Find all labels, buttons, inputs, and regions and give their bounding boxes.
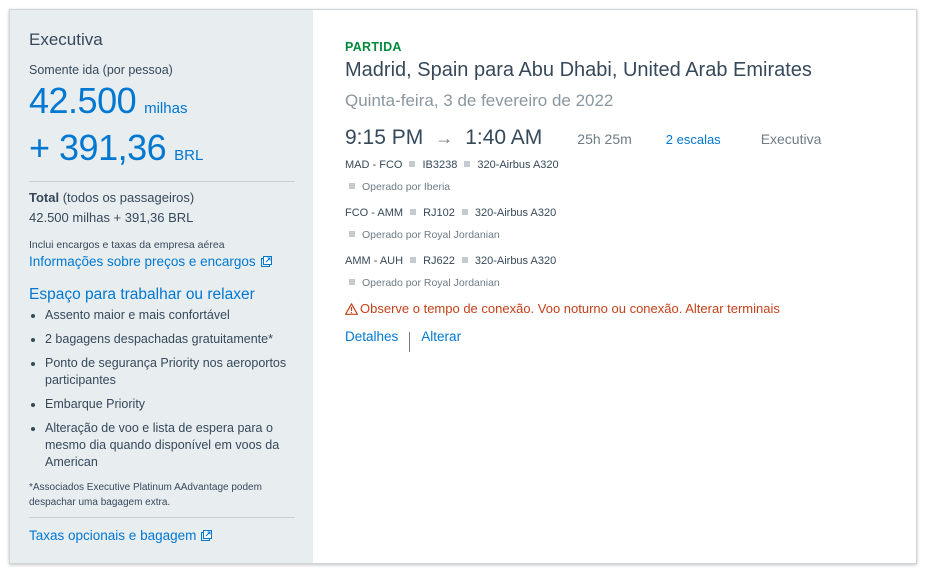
segment-operator: Operado por Royal Jordanian [345, 229, 916, 241]
times-row: 9:15 PM → 1:40 AM 25h 25m 2 escalas Exec… [345, 126, 916, 150]
flight-date: Quinta-feira, 3 de fevereiro de 2022 [345, 91, 614, 110]
segment-route: AMM - AUH [345, 255, 404, 267]
segment-row: FCO - AMM RJ102 320-Airbus A320 [345, 207, 916, 219]
currency: BRL [174, 147, 204, 164]
benefit-item: Embarque Priority [45, 396, 295, 413]
pricing-info-link-label[interactable]: Informações sobre preços e encargos [29, 254, 256, 269]
benefit-item: 2 bagagens despachadas gratuitamente* [45, 331, 295, 348]
fare-card: Executiva Somente ida (por pessoa) 42.50… [9, 9, 917, 564]
change-link[interactable]: Alterar [421, 329, 461, 344]
arrow-right-icon: → [435, 128, 454, 148]
segment-route: MAD - FCO [345, 159, 403, 171]
benefit-item: Ponto de segurança Priority nos aeroport… [45, 355, 295, 389]
segment-aircraft: 320-Airbus A320 [474, 255, 557, 267]
trip-type: Somente ida (por pessoa) [29, 63, 173, 77]
benefits-list: Assento maior e mais confortável 2 bagag… [29, 307, 295, 471]
benefit-item: Alteração de voo e lista de espera para … [45, 420, 295, 471]
external-link-icon [201, 530, 213, 541]
segment-route: FCO - AMM [345, 207, 404, 219]
duration: 25h 25m [577, 131, 632, 147]
warning-text: Observe o tempo de conexão. Voo noturno … [360, 301, 780, 316]
segment-aircraft: 320-Airbus A320 [477, 159, 559, 171]
bullet-icon [410, 209, 417, 215]
fare-summary-panel: Executiva Somente ida (por pessoa) 42.50… [10, 10, 313, 563]
segment-operator: Operado por Royal Jordanian [345, 277, 916, 289]
details-link[interactable]: Detalhes [345, 329, 398, 344]
miles-unit: milhas [144, 100, 188, 117]
benefits-title: Espaço para trabalhar ou relaxer [29, 286, 255, 303]
external-link-icon [260, 256, 272, 267]
arrive-time: 1:40 AM [465, 126, 543, 149]
total-label: Total (todos os passageiros) [29, 190, 295, 205]
bullet-icon [461, 257, 468, 263]
bags-fees-link[interactable]: Taxas opcionais e bagagem [29, 528, 213, 543]
bullet-icon [410, 257, 417, 263]
bullet-icon [349, 279, 355, 285]
cash-price: + 391,36 BRL [29, 127, 295, 169]
miles-price: 42.500 milhas [29, 83, 295, 119]
flight-actions: Detalhes Alterar [345, 329, 916, 352]
stops-link[interactable]: 2 escalas [666, 132, 721, 147]
segment-aircraft: 320-Airbus A320 [474, 207, 557, 219]
bullet-icon [464, 161, 471, 167]
flight-details-panel: PARTIDA Madrid, Spain para Abu Dhabi, Un… [313, 10, 916, 563]
miles-amount: 42.500 [29, 80, 137, 121]
segment-flight: RJ102 [423, 207, 455, 219]
bullet-icon [349, 231, 355, 237]
divider [409, 332, 411, 352]
total-label-bold: Total [29, 190, 60, 205]
operator-label: Operado por Iberia [362, 181, 451, 193]
divider [29, 181, 295, 182]
segment-row: AMM - AUH RJ622 320-Airbus A320 [345, 255, 916, 267]
bullet-icon [409, 161, 416, 167]
segment-flight: RJ622 [423, 255, 455, 267]
operator-label: Operado por Royal Jordanian [362, 229, 500, 241]
depart-time: 9:15 PM [345, 126, 424, 149]
cabin-class: Executiva [760, 131, 822, 147]
bullet-icon [461, 209, 468, 215]
total-value: 42.500 milhas + 391,36 BRL [29, 210, 194, 225]
segment-operator: Operado por Iberia [345, 181, 916, 193]
footnote: *Associados Executive Platinum AAdvantag… [29, 482, 262, 508]
bullet-icon [349, 183, 355, 189]
segment-flight: IB3238 [422, 159, 458, 171]
fees-note: Inclui encargos e taxas da empresa aérea [29, 239, 225, 251]
warning-icon [345, 302, 358, 315]
total-label-suffix: (todos os passageiros) [59, 190, 195, 205]
divider-bottom [29, 517, 295, 518]
cabin-title: Executiva [29, 30, 103, 49]
benefit-item: Assento maior e mais confortável [45, 307, 295, 324]
connection-warning: Observe o tempo de conexão. Voo noturno … [345, 301, 916, 316]
cash-amount: + 391,36 [29, 127, 167, 168]
operator-label: Operado por Royal Jordanian [362, 277, 500, 289]
bags-fees-link-label[interactable]: Taxas opcionais e bagagem [29, 528, 196, 543]
direction-label: PARTIDA [345, 40, 402, 54]
segment-row: MAD - FCO IB3238 320-Airbus A320 [345, 159, 916, 171]
route-title: Madrid, Spain para Abu Dhabi, United Ara… [345, 59, 812, 81]
pricing-info-link[interactable]: Informações sobre preços e encargos [29, 254, 272, 269]
